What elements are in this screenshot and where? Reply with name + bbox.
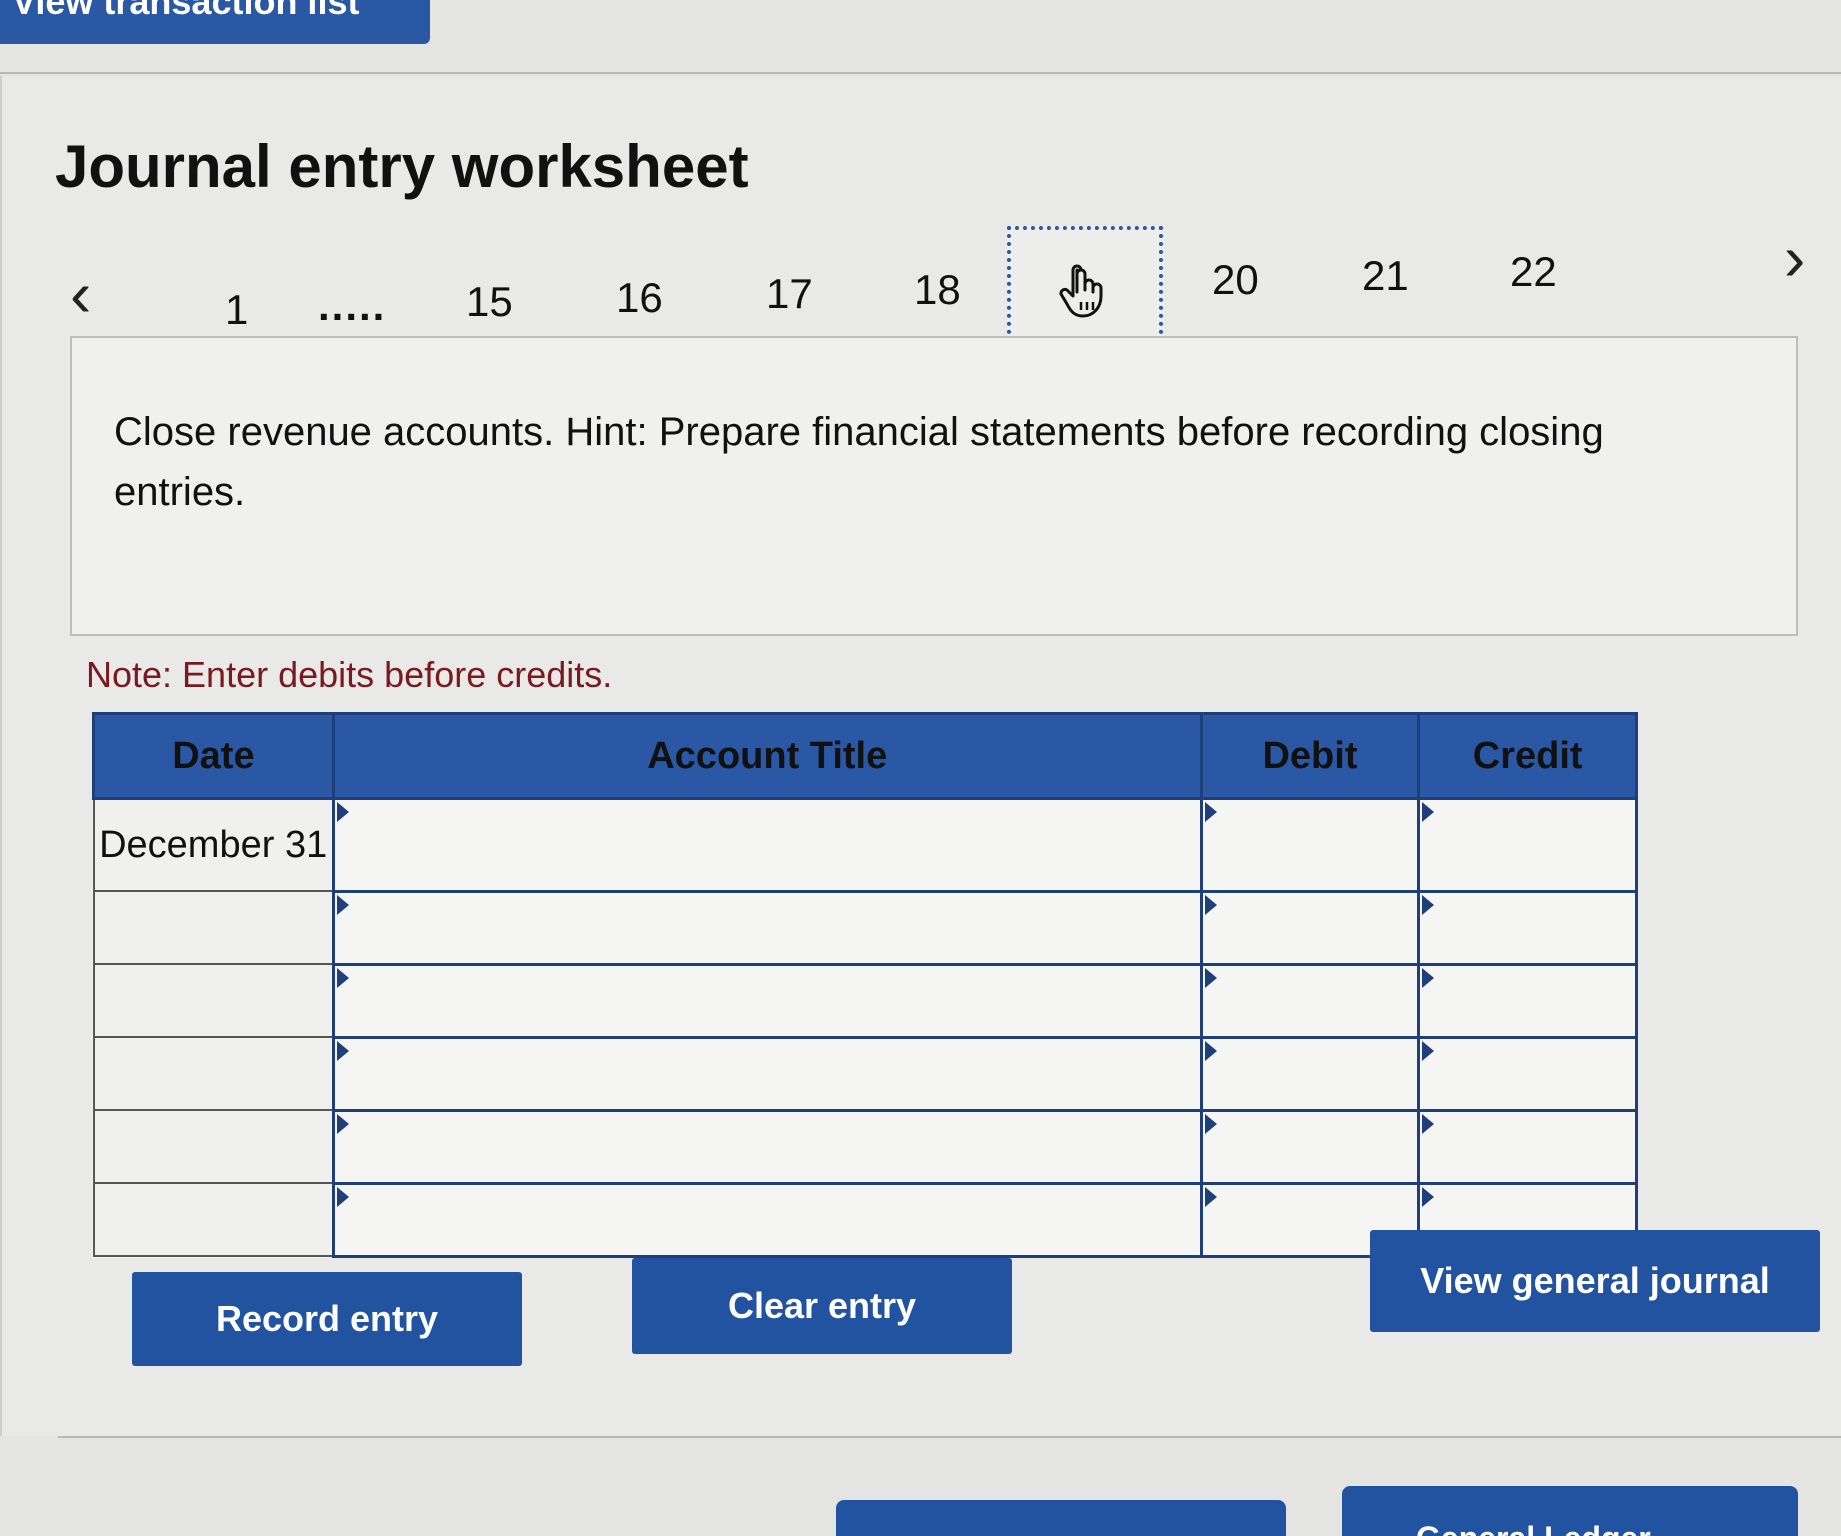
instruction-box: Close revenue accounts. Hint: Prepare fi… xyxy=(70,336,1798,636)
credit-input[interactable] xyxy=(1420,1038,1635,1109)
dropdown-marker-icon xyxy=(1204,894,1217,915)
account-title-input[interactable] xyxy=(334,1184,1200,1255)
dropdown-marker-icon xyxy=(336,894,349,915)
page-17[interactable]: 17 xyxy=(766,270,813,318)
journal-entry-table: Date Account Title Debit Credit December… xyxy=(92,712,1638,1258)
debit-input[interactable] xyxy=(1202,800,1418,890)
dropdown-marker-icon xyxy=(336,967,349,988)
account-title-input[interactable] xyxy=(334,800,1200,890)
account-title-cell[interactable] xyxy=(331,1181,1203,1258)
general-ledger-button[interactable]: General Ledger xyxy=(1342,1486,1798,1536)
table-row xyxy=(92,1035,1638,1112)
page-22[interactable]: 22 xyxy=(1510,248,1557,296)
date-cell xyxy=(92,1109,335,1184)
header-debit: Debit xyxy=(1199,712,1421,800)
account-title-input[interactable] xyxy=(334,1111,1200,1182)
page-16[interactable]: 16 xyxy=(616,274,663,322)
dropdown-marker-icon xyxy=(1204,1113,1217,1134)
credit-input[interactable] xyxy=(1420,1111,1635,1182)
account-title-input[interactable] xyxy=(334,892,1200,963)
account-title-cell[interactable] xyxy=(331,889,1203,966)
header-account-title: Account Title xyxy=(331,712,1203,800)
credit-input[interactable] xyxy=(1420,965,1635,1036)
record-entry-button[interactable]: Record entry xyxy=(132,1272,522,1366)
date-cell xyxy=(92,1182,335,1257)
date-cell: December 31 xyxy=(92,797,335,892)
account-title-input[interactable] xyxy=(334,965,1200,1036)
credit-input[interactable] xyxy=(1420,892,1635,963)
table-row xyxy=(92,1108,1638,1185)
credit-input[interactable] xyxy=(1420,800,1635,890)
general-ledger-label: General Ledger xyxy=(1416,1520,1651,1536)
page-ellipsis: ..... xyxy=(318,282,387,329)
table-row xyxy=(92,889,1638,966)
debit-cell[interactable] xyxy=(1199,1108,1421,1185)
account-title-cell[interactable] xyxy=(331,1035,1203,1112)
clear-entry-button[interactable]: Clear entry xyxy=(632,1258,1012,1354)
dropdown-marker-icon xyxy=(1422,1040,1435,1061)
account-title-cell[interactable] xyxy=(331,1108,1203,1185)
debit-input[interactable] xyxy=(1202,1111,1418,1182)
page-20[interactable]: 20 xyxy=(1212,256,1259,304)
debit-cell[interactable] xyxy=(1199,962,1421,1039)
dropdown-marker-icon xyxy=(336,1040,349,1061)
dropdown-marker-icon xyxy=(1204,802,1217,822)
table-row xyxy=(92,962,1638,1039)
account-title-cell[interactable] xyxy=(331,962,1203,1039)
debit-input[interactable] xyxy=(1202,892,1418,963)
view-transaction-list-label: View transaction list xyxy=(12,0,360,22)
instruction-text: Close revenue accounts. Hint: Prepare fi… xyxy=(114,410,1604,514)
header-credit: Credit xyxy=(1417,712,1638,800)
date-cell xyxy=(92,1036,335,1111)
dropdown-marker-icon xyxy=(1422,1186,1435,1207)
dropdown-marker-icon xyxy=(1204,967,1217,988)
account-title-cell[interactable] xyxy=(331,797,1203,893)
credit-cell[interactable] xyxy=(1417,1035,1638,1112)
page-21[interactable]: 21 xyxy=(1362,252,1409,300)
credit-cell[interactable] xyxy=(1417,962,1638,1039)
page-1[interactable]: 1 xyxy=(225,286,248,334)
dropdown-marker-icon xyxy=(1422,1113,1435,1134)
view-general-journal-button[interactable]: View general journal xyxy=(1370,1230,1820,1332)
dropdown-marker-icon xyxy=(1204,1040,1217,1061)
debit-cell[interactable] xyxy=(1199,889,1421,966)
view-transaction-list-tab[interactable]: View transaction list xyxy=(0,0,430,44)
credit-cell[interactable] xyxy=(1417,1108,1638,1185)
dropdown-marker-icon xyxy=(336,1113,349,1134)
next-arrow-icon[interactable]: › xyxy=(1784,226,1805,290)
bottom-nav-button[interactable] xyxy=(836,1500,1286,1536)
prev-arrow-icon[interactable]: ‹ xyxy=(70,262,91,326)
dropdown-marker-icon xyxy=(1422,894,1435,915)
dropdown-marker-icon xyxy=(336,802,349,822)
page-title: Journal entry worksheet xyxy=(55,133,749,200)
panel-bottom-divider xyxy=(58,1436,1841,1438)
page-15[interactable]: 15 xyxy=(466,278,513,326)
top-divider xyxy=(0,72,1841,74)
date-cell xyxy=(92,890,335,965)
entry-note: Note: Enter debits before credits. xyxy=(86,654,613,695)
table-header-row: Date Account Title Debit Credit xyxy=(92,712,1638,800)
header-date: Date xyxy=(92,712,335,800)
page-18[interactable]: 18 xyxy=(914,266,961,314)
hand-pointer-icon xyxy=(1059,264,1103,318)
debit-input[interactable] xyxy=(1202,1038,1418,1109)
credit-cell[interactable] xyxy=(1417,797,1638,893)
table-row: December 31 xyxy=(92,797,1638,893)
date-cell xyxy=(92,963,335,1038)
dropdown-marker-icon xyxy=(336,1186,349,1207)
debit-cell[interactable] xyxy=(1199,1035,1421,1112)
debit-input[interactable] xyxy=(1202,965,1418,1036)
dropdown-marker-icon xyxy=(1422,967,1435,988)
dropdown-marker-icon xyxy=(1204,1186,1217,1207)
debit-cell[interactable] xyxy=(1199,797,1421,893)
dropdown-marker-icon xyxy=(1422,802,1435,822)
credit-cell[interactable] xyxy=(1417,889,1638,966)
account-title-input[interactable] xyxy=(334,1038,1200,1109)
